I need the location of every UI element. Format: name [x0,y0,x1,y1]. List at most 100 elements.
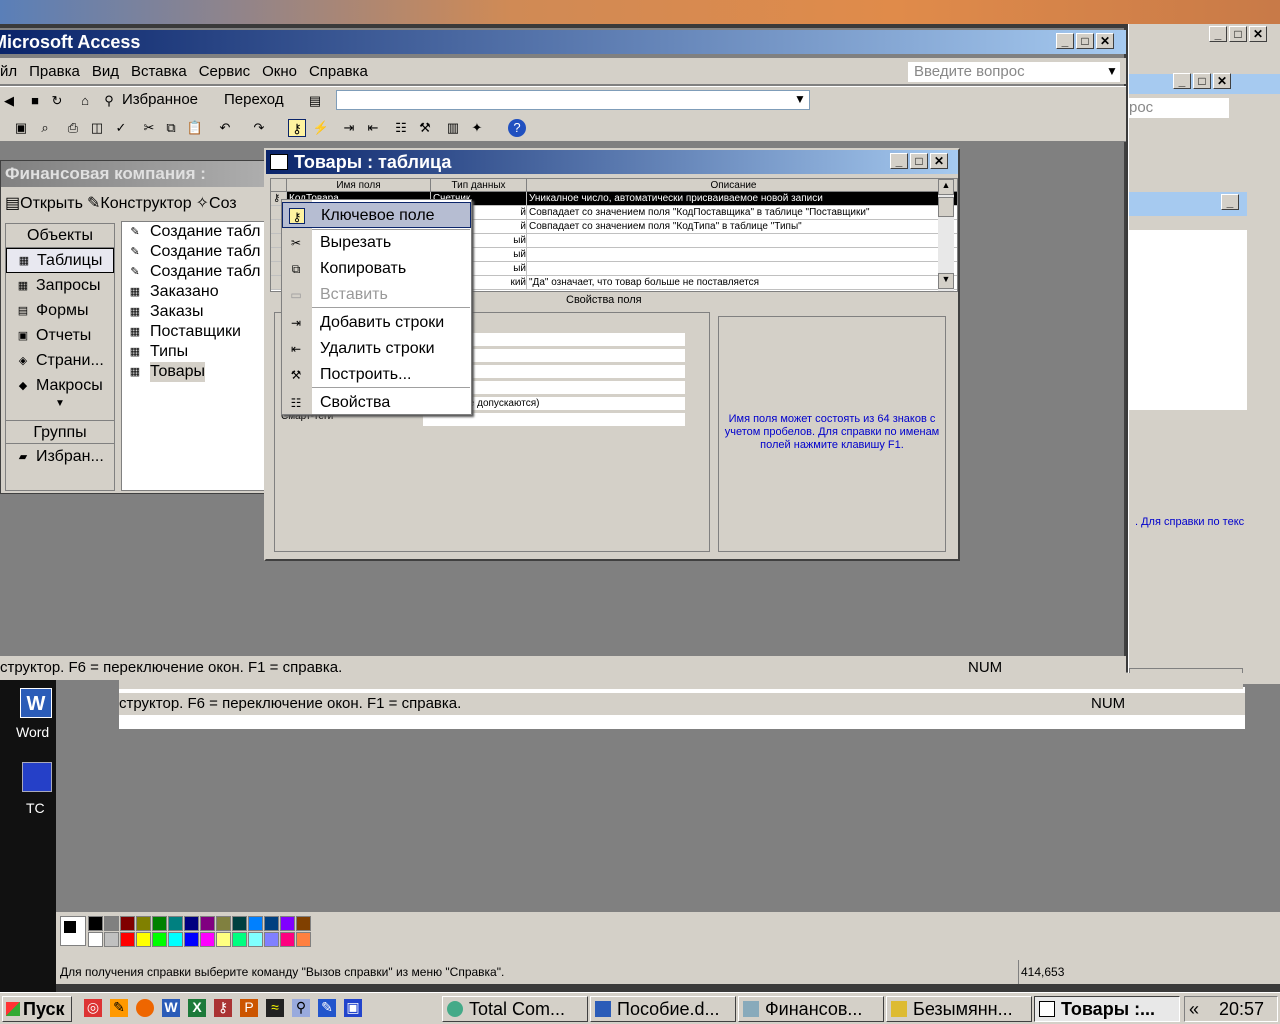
scroll-up-icon[interactable]: ▲ [938,179,954,195]
cut-icon[interactable]: ✂ [140,119,158,137]
task-tovary[interactable]: Товары :... [1034,996,1180,1022]
delete-rows-icon[interactable]: ⇤ [364,119,382,137]
menu-item-cut[interactable]: ✂ Вырезать [282,230,471,256]
menu-view[interactable]: Вид [92,63,119,80]
floppy-icon[interactable]: ▣ [344,999,362,1017]
designer-button[interactable]: ✎Конструктор [87,193,192,213]
palette-color-swatch[interactable] [280,932,295,947]
task-posobie[interactable]: Пособие.d... [590,996,736,1022]
palette-color-swatch[interactable] [248,932,263,947]
menu-item-primary-key[interactable]: ⚷ Ключевое поле [282,202,471,228]
search-icon[interactable]: ⚲ [100,92,118,110]
field-desc[interactable]: Совпадает со значением поля "КодПоставщи… [527,206,941,219]
minimize-button[interactable]: _ [1056,33,1074,49]
paste-icon[interactable]: 📋 [186,119,204,137]
menu-item-copy[interactable]: ⧉ Копировать [282,256,471,282]
list-item[interactable]: ✎ Создание табл [122,242,280,262]
close-button[interactable]: ✕ [1249,26,1267,42]
list-item[interactable]: ▦ Товары [122,362,280,382]
palette-color-swatch[interactable] [216,916,231,931]
object-queries[interactable]: ▦ Запросы [6,273,114,298]
tray-chevron-icon[interactable]: « [1189,999,1199,1019]
palette-color-swatch[interactable] [280,916,295,931]
go-menu[interactable]: Переход [224,91,284,108]
palette-color-swatch[interactable] [184,932,199,947]
palette-color-swatch[interactable] [200,932,215,947]
field-desc[interactable]: "Да" означает, что товар больше не поста… [527,276,941,289]
menu-item-delete-rows[interactable]: ⇤ Удалить строки [282,336,471,362]
search-file-icon[interactable]: ⌕ [36,119,54,137]
field-desc[interactable]: Совпадает со значением поля "КодТипа" в … [527,220,941,233]
access-icon[interactable]: ⚷ [214,999,232,1017]
minimize-button[interactable]: _ [1221,194,1239,210]
indexes-icon[interactable]: ⚡ [312,119,330,137]
open-button[interactable]: ▤Открыть [5,193,83,213]
list-item[interactable]: ▦ Поставщики [122,322,280,342]
palette-color-swatch[interactable] [120,916,135,931]
object-forms[interactable]: ▤ Формы [6,298,114,323]
spelling-icon[interactable]: ✓ [112,119,130,137]
field-desc[interactable] [527,262,941,275]
task-paint[interactable]: Безымянн... [886,996,1032,1022]
field-desc[interactable]: Уникалное число, автоматически присваива… [527,192,941,205]
palette-color-swatch[interactable] [216,932,231,947]
palette-color-swatch[interactable] [264,932,279,947]
palette-color-swatch[interactable] [120,932,135,947]
palette-color-swatch[interactable] [168,932,183,947]
maximize-button[interactable]: □ [1193,73,1211,89]
refresh-icon[interactable]: ↻ [48,92,66,110]
close-button[interactable]: ✕ [1096,33,1114,49]
list-item[interactable]: ▦ Типы [122,342,280,362]
palette-color-swatch[interactable] [152,932,167,947]
object-reports[interactable]: ▣ Отчеты [6,323,114,348]
redo-icon[interactable]: ↷ [250,119,268,137]
menu-file[interactable]: йл [0,63,17,80]
group-favorites[interactable]: ▰ Избран... [6,444,114,469]
antivirus-icon[interactable]: ◎ [84,999,102,1017]
back-icon[interactable]: ◀ [0,92,18,110]
ask-question-input[interactable]: Введите вопрос [908,62,1120,82]
menu-help[interactable]: Справка [309,63,368,80]
powerpoint-icon[interactable]: P [240,999,258,1017]
primary-key-icon[interactable]: ⚷ [288,119,306,137]
chevron-down-icon[interactable]: ▼ [1106,64,1118,78]
column-header-type[interactable]: Тип данных [431,179,527,191]
floppy-icon[interactable] [22,762,52,792]
word-icon[interactable]: W [162,999,180,1017]
print-preview-icon[interactable]: ◫ [88,119,106,137]
firefox-icon[interactable] [136,999,154,1017]
build-icon[interactable]: ⚒ [416,119,434,137]
word-icon[interactable]: W [20,688,52,718]
bg-ask-field[interactable]: рос [1129,98,1229,118]
menu-tools[interactable]: Сервис [199,63,250,80]
print-icon[interactable]: ⎙ [64,119,82,137]
menu-insert[interactable]: Вставка [131,63,187,80]
new-object-icon[interactable]: ✦ [468,119,486,137]
menu-edit[interactable]: Правка [29,63,80,80]
create-button[interactable]: ✧Соз [196,193,237,213]
show-only-web-toolbar-icon[interactable]: ▤ [306,92,324,110]
palette-color-swatch[interactable] [296,916,311,931]
task-total-commander[interactable]: Total Com... [442,996,588,1022]
start-button[interactable]: Пуск [2,996,72,1022]
objects-header[interactable]: Объекты [6,224,114,248]
menu-window[interactable]: Окно [262,63,297,80]
list-item[interactable]: ✎ Создание табл [122,262,280,282]
palette-color-swatch[interactable] [104,932,119,947]
undo-icon[interactable]: ↶ [216,119,234,137]
scroll-thumb[interactable] [938,197,954,217]
maximize-button[interactable]: □ [1076,33,1094,49]
minimize-button[interactable]: _ [1209,26,1227,42]
column-header-name[interactable]: Имя поля [287,179,431,191]
copy-icon[interactable]: ⧉ [162,119,180,137]
insert-rows-icon[interactable]: ⇥ [340,119,358,137]
palette-color-swatch[interactable] [136,916,151,931]
media-icon[interactable]: ≈ [266,999,284,1017]
object-pages[interactable]: ◈ Страни... [6,348,114,373]
chevron-down-icon[interactable]: ▼ [6,398,114,420]
favorites-menu[interactable]: Избранное [122,91,198,108]
palette-color-swatch[interactable] [296,932,311,947]
address-input[interactable] [336,90,810,110]
palette-color-swatch[interactable] [200,916,215,931]
maximize-button[interactable]: □ [910,153,928,169]
